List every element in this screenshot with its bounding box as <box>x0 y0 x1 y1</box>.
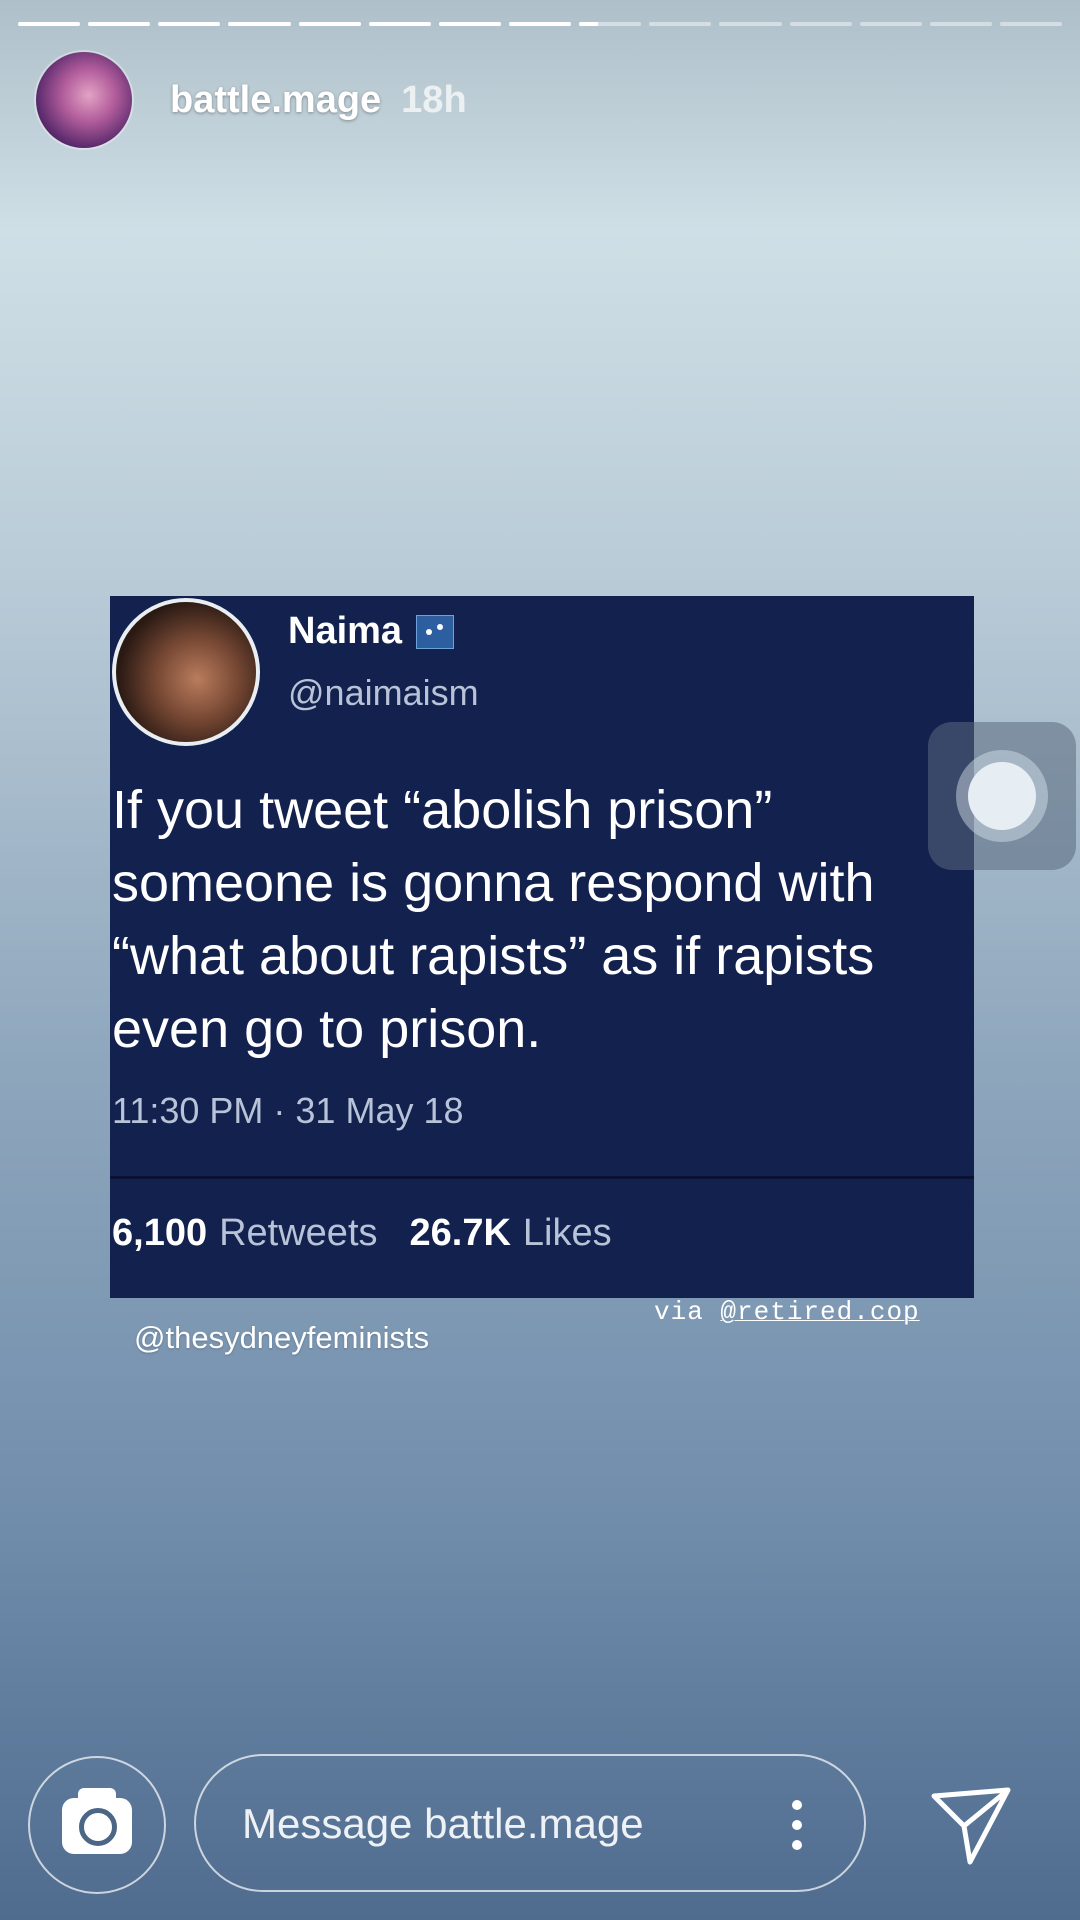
username[interactable]: battle.mage <box>170 79 381 122</box>
tweet-stats: 6,100 Retweets 26.7K Likes <box>112 1212 612 1255</box>
progress-segment <box>649 22 712 26</box>
progress-segment <box>719 22 782 26</box>
tweet-text: If you tweet “abolish prison” someone is… <box>112 780 875 1059</box>
story-progress-bar <box>18 22 1063 27</box>
tweet-screenshot: Naima @naimaism If you tweet “abolish pr… <box>110 596 974 1298</box>
progress-fill <box>508 22 572 26</box>
story-header: battle.mage 18h <box>36 52 467 148</box>
progress-segment <box>999 22 1063 26</box>
send-icon[interactable] <box>930 1786 1012 1866</box>
tweet-avatar <box>112 598 260 746</box>
progress-fill <box>88 22 151 26</box>
progress-segment <box>18 22 81 26</box>
emoji-icon <box>416 614 455 649</box>
progress-segment <box>508 22 572 26</box>
progress-fill <box>298 22 361 26</box>
post-time: 18h <box>401 78 467 121</box>
retweets-count: 6,100 <box>112 1212 208 1254</box>
tweet-timestamp: 11:30 PM · 31 May 18 <box>112 1090 464 1131</box>
via-handle-link[interactable]: @retired.cop <box>720 1297 919 1327</box>
avatar[interactable] <box>36 52 132 148</box>
via-prefix: via <box>654 1297 704 1327</box>
progress-segment <box>929 22 992 26</box>
progress-fill <box>368 22 431 26</box>
progress-fill <box>438 22 501 26</box>
tweet-author-name: Naima <box>288 610 455 653</box>
message-input[interactable]: Message battle.mage <box>194 1754 866 1892</box>
likes-label: Likes <box>522 1212 612 1254</box>
camera-button[interactable] <box>28 1756 166 1894</box>
progress-segment <box>88 22 151 26</box>
progress-fill <box>158 22 221 26</box>
progress-segment <box>228 22 291 26</box>
retweets-label: Retweets <box>219 1212 378 1254</box>
progress-segment <box>368 22 431 26</box>
more-vertical-icon[interactable] <box>792 1800 802 1850</box>
likes-count: 26.7K <box>409 1212 511 1254</box>
progress-segment <box>438 22 501 26</box>
progress-fill <box>228 22 291 26</box>
tweet-author-label: Naima <box>288 610 403 652</box>
progress-segment <box>789 22 852 26</box>
progress-segment <box>579 22 642 26</box>
assistive-touch-dot <box>968 762 1036 830</box>
source-credit[interactable]: @thesydneyfeminists <box>134 1320 429 1356</box>
via-credit: via @retired.cop <box>654 1297 920 1327</box>
divider <box>110 1176 974 1179</box>
assistive-touch-button[interactable] <box>928 722 1076 870</box>
progress-segment <box>859 22 922 26</box>
progress-fill <box>579 22 598 26</box>
progress-segment <box>158 22 221 26</box>
progress-fill <box>18 22 81 26</box>
progress-segment <box>298 22 361 26</box>
message-placeholder: Message battle.mage <box>242 1800 644 1847</box>
tweet-handle: @naimaism <box>288 672 479 713</box>
